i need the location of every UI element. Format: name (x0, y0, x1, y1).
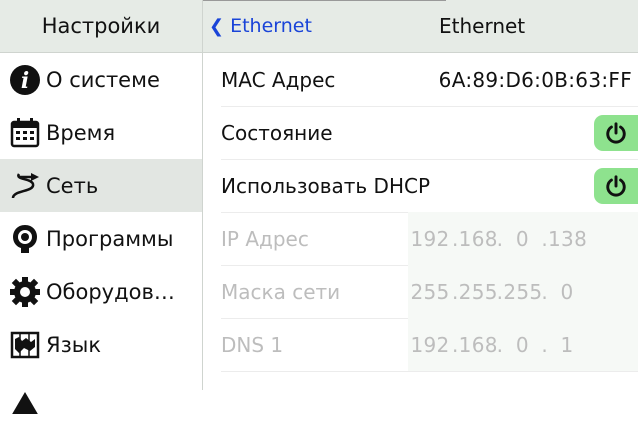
mac-value: 6A:89:D6:0B:63:FF (438, 67, 632, 92)
dns1-octet-2[interactable]: 168 (459, 333, 498, 357)
sidebar-item-programs[interactable]: Программы (0, 212, 202, 265)
state-label: Состояние (221, 120, 333, 145)
sidebar-item-label: Сеть (46, 173, 99, 198)
sidebar-item-label: Время (46, 120, 116, 145)
ip-octet-3[interactable]: 0 (503, 227, 541, 251)
mask-octet-4[interactable]: 0 (548, 280, 586, 304)
dhcp-toggle[interactable] (594, 168, 638, 204)
apps-icon (8, 222, 42, 256)
state-toggle[interactable] (594, 115, 638, 151)
ip-label: IP Адрес (221, 226, 309, 251)
sidebar-item-time[interactable]: Время (0, 106, 202, 159)
ip-row: IP Адрес 192. 168. 0. 138 (203, 212, 638, 265)
mask-row: Маска сети 255. 255. 255. 0 (203, 265, 638, 318)
main-panel: ❮ Ethernet Ethernet MAC Адрес 6A:89:D6:0… (203, 0, 638, 390)
main-header: ❮ Ethernet Ethernet (203, 0, 638, 53)
info-icon: i (8, 63, 42, 97)
sidebar-item-language[interactable]: Язык (0, 318, 202, 371)
dhcp-label: Использовать DHCP (221, 173, 431, 198)
mask-value: 255. 255. 255. 0 (408, 265, 638, 318)
sidebar-title: Настройки (41, 14, 161, 38)
ip-value: 192. 168. 0. 138 (408, 212, 638, 265)
dhcp-row: Использовать DHCP (203, 159, 638, 212)
mask-octet-1[interactable]: 255 (408, 280, 452, 304)
state-row: Состояние (203, 106, 638, 159)
dns1-row: DNS 1 192. 168. 0. 1 (203, 318, 638, 371)
chevron-left-icon: ❮ (209, 15, 225, 37)
ip-octet-4[interactable]: 138 (548, 227, 587, 251)
dns1-value: 192. 168. 0. 1 (408, 318, 638, 371)
map-icon (8, 328, 42, 362)
mac-row: MAC Адрес 6A:89:D6:0B:63:FF (203, 53, 638, 106)
sidebar-item-label: О системе (46, 67, 160, 92)
gear-icon (8, 275, 42, 309)
sidebar-item-label: Оборудов… (46, 279, 175, 304)
sidebar-item-hardware[interactable]: Оборудов… (0, 265, 202, 318)
sidebar-header: Настройки (0, 0, 202, 53)
mask-octet-3[interactable]: 255 (503, 280, 542, 304)
dns1-octet-3[interactable]: 0 (503, 333, 541, 357)
sidebar-item-about[interactable]: i О системе (0, 53, 202, 106)
calendar-icon (8, 116, 42, 150)
mask-label: Маска сети (221, 279, 341, 304)
partial-row (203, 371, 638, 390)
ip-octet-1[interactable]: 192 (408, 227, 452, 251)
mask-octet-2[interactable]: 255 (459, 280, 498, 304)
back-button[interactable]: ❮ Ethernet (209, 0, 312, 52)
page-title: Ethernet (439, 14, 526, 38)
sidebar-item-partial[interactable] (0, 371, 202, 424)
power-icon (606, 175, 626, 197)
sidebar-item-network[interactable]: Сеть (0, 159, 202, 212)
power-icon (606, 122, 626, 144)
triangle-icon (8, 381, 42, 415)
sidebar-item-label: Программы (46, 226, 174, 251)
mac-label: MAC Адрес (221, 67, 336, 92)
dns1-label: DNS 1 (221, 332, 284, 357)
dns1-octet-1[interactable]: 192 (408, 333, 452, 357)
sidebar: Настройки i О системе Время Сеть Програм… (0, 0, 202, 414)
ip-octet-2[interactable]: 168 (459, 227, 498, 251)
sidebar-item-label: Язык (46, 332, 102, 357)
dns1-octet-4[interactable]: 1 (548, 333, 586, 357)
back-button-label: Ethernet (230, 15, 312, 37)
svg-text:i: i (21, 68, 29, 94)
network-icon (8, 169, 42, 203)
